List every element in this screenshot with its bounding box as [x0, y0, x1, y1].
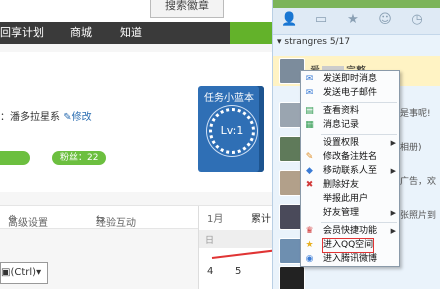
- star-icon[interactable]: ★: [345, 12, 361, 28]
- menu-item-label: 会员快捷功能: [323, 226, 378, 236]
- qzone-icon: ★: [305, 240, 314, 250]
- menu-item-mail[interactable]: ✉ 发送电子邮件: [301, 87, 399, 100]
- menu-separator: [321, 134, 397, 135]
- follow-text: ：潘多拉星系: [0, 112, 60, 123]
- submenu-arrow-icon: ▶: [390, 167, 396, 175]
- friend-manage-icon: [304, 208, 315, 219]
- weibo-icon: ◉: [305, 254, 314, 264]
- edit-link[interactable]: 修改: [72, 112, 92, 123]
- menu-item-label: 消息记录: [323, 120, 360, 130]
- menu-item-report[interactable]: 举报此用户: [301, 193, 399, 206]
- submenu-arrow-icon: ▶: [390, 227, 396, 235]
- chat-icon[interactable]: ▭: [313, 12, 329, 28]
- task-book-badge[interactable]: 任务小蓝本 Lv:1: [198, 86, 264, 172]
- search-badge-button[interactable]: 搜索徽章: [150, 0, 224, 18]
- contact-group-header[interactable]: ▾ strangres 5/17: [277, 37, 350, 47]
- message-icon: ✉: [305, 74, 314, 84]
- permission-icon: [304, 138, 315, 149]
- nav-item-zhidao[interactable]: 知道: [120, 22, 142, 44]
- calendar-month[interactable]: 1月: [207, 210, 223, 225]
- contacts-icon[interactable]: 👤: [281, 12, 297, 28]
- menu-item-label: 移动联系人至: [323, 166, 378, 176]
- qq-tab-bar: 👤 ▭ ★ ☺ ◷: [273, 8, 440, 35]
- delete-friend-icon: ✖: [305, 180, 314, 190]
- menu-item-friend-manage[interactable]: 好友管理 ▶: [301, 207, 399, 220]
- calendar-day[interactable]: 4: [207, 266, 213, 277]
- menu-item-label: 举报此用户: [323, 194, 369, 204]
- menu-item-history[interactable]: ▦ 消息记录: [301, 119, 399, 132]
- menu-item-qzone[interactable]: ★ 进入QQ空间: [301, 238, 399, 253]
- menu-separator: [321, 222, 397, 223]
- menu-item-vip[interactable]: ♛ 会员快捷功能 ▶: [301, 225, 399, 238]
- menu-item-delete-friend[interactable]: ✖ 删除好友: [301, 179, 399, 192]
- calendar-cumulative: 累计: [251, 214, 271, 225]
- menu-item-label: 设置权限: [323, 138, 360, 148]
- submenu-arrow-icon: ▶: [390, 139, 396, 147]
- history-icon: ▦: [305, 120, 314, 130]
- submenu-arrow-icon: ▶: [390, 209, 396, 217]
- avatar: [279, 266, 305, 289]
- vip-icon: ♛: [305, 226, 314, 236]
- contact-context-menu: ✉ 发送即时消息 ✉ 发送电子邮件 ▤ 查看资料 ▦ 消息记录设置权限 ▶ ✎ 修改备注姓名 ◆ 移动联…: [300, 70, 400, 267]
- menu-item-label: 修改备注姓名: [323, 152, 378, 162]
- menu-item-rename[interactable]: ✎ 修改备注姓名: [301, 151, 399, 164]
- fans-pill: 粉丝：22: [52, 151, 107, 165]
- menu-item-move-contact[interactable]: ◆ 移动联系人至 ▶: [301, 165, 399, 178]
- badge-title: 任务小蓝本: [204, 93, 254, 104]
- menu-item-profile[interactable]: ▤ 查看资料: [301, 105, 399, 118]
- menu-item-label: 进入QQ空间: [321, 238, 375, 253]
- menu-item-label: 好友管理: [323, 208, 360, 218]
- level-medal: Lv:1: [209, 108, 255, 154]
- profile-meta: ：潘多拉星系 ✎修改: [0, 108, 92, 123]
- menu-item-message[interactable]: ✉ 发送即时消息: [301, 73, 399, 86]
- menu-item-label: 删除好友: [323, 180, 360, 190]
- edit-icon[interactable]: ✎: [63, 112, 71, 123]
- report-icon: [304, 194, 315, 205]
- nav-item-mall[interactable]: 商城: [70, 22, 92, 44]
- qq-title-bar: [273, 0, 440, 8]
- mail-icon: ✉: [305, 88, 314, 98]
- group-icon[interactable]: ☺: [377, 12, 393, 28]
- rename-icon: ✎: [305, 152, 314, 162]
- menu-separator: [321, 102, 397, 103]
- level-pill: [0, 151, 30, 165]
- paste-options-popup[interactable]: ▣(Ctrl)▾: [0, 262, 48, 284]
- profile-icon: ▤: [305, 106, 314, 116]
- move-contact-icon: ◆: [306, 166, 313, 176]
- menu-item-weibo[interactable]: ◉ 进入腾讯微博: [301, 253, 399, 266]
- menu-item-label: 进入腾讯微博: [323, 254, 378, 264]
- chevron-down-icon: ▾: [36, 267, 42, 278]
- menu-item-label: 发送电子邮件: [323, 88, 378, 98]
- menu-item-label: 查看资料: [323, 106, 360, 116]
- nav-item-plan[interactable]: 回享计划: [0, 22, 44, 44]
- badge-level: Lv:1: [220, 124, 244, 137]
- contact-row[interactable]: [273, 264, 440, 289]
- recent-icon[interactable]: ◷: [409, 12, 425, 28]
- calendar-day[interactable]: 5: [235, 266, 241, 277]
- menu-item-permission[interactable]: 设置权限 ▶: [301, 137, 399, 150]
- menu-item-label: 发送即时消息: [323, 74, 378, 84]
- top-strip: [0, 0, 290, 23]
